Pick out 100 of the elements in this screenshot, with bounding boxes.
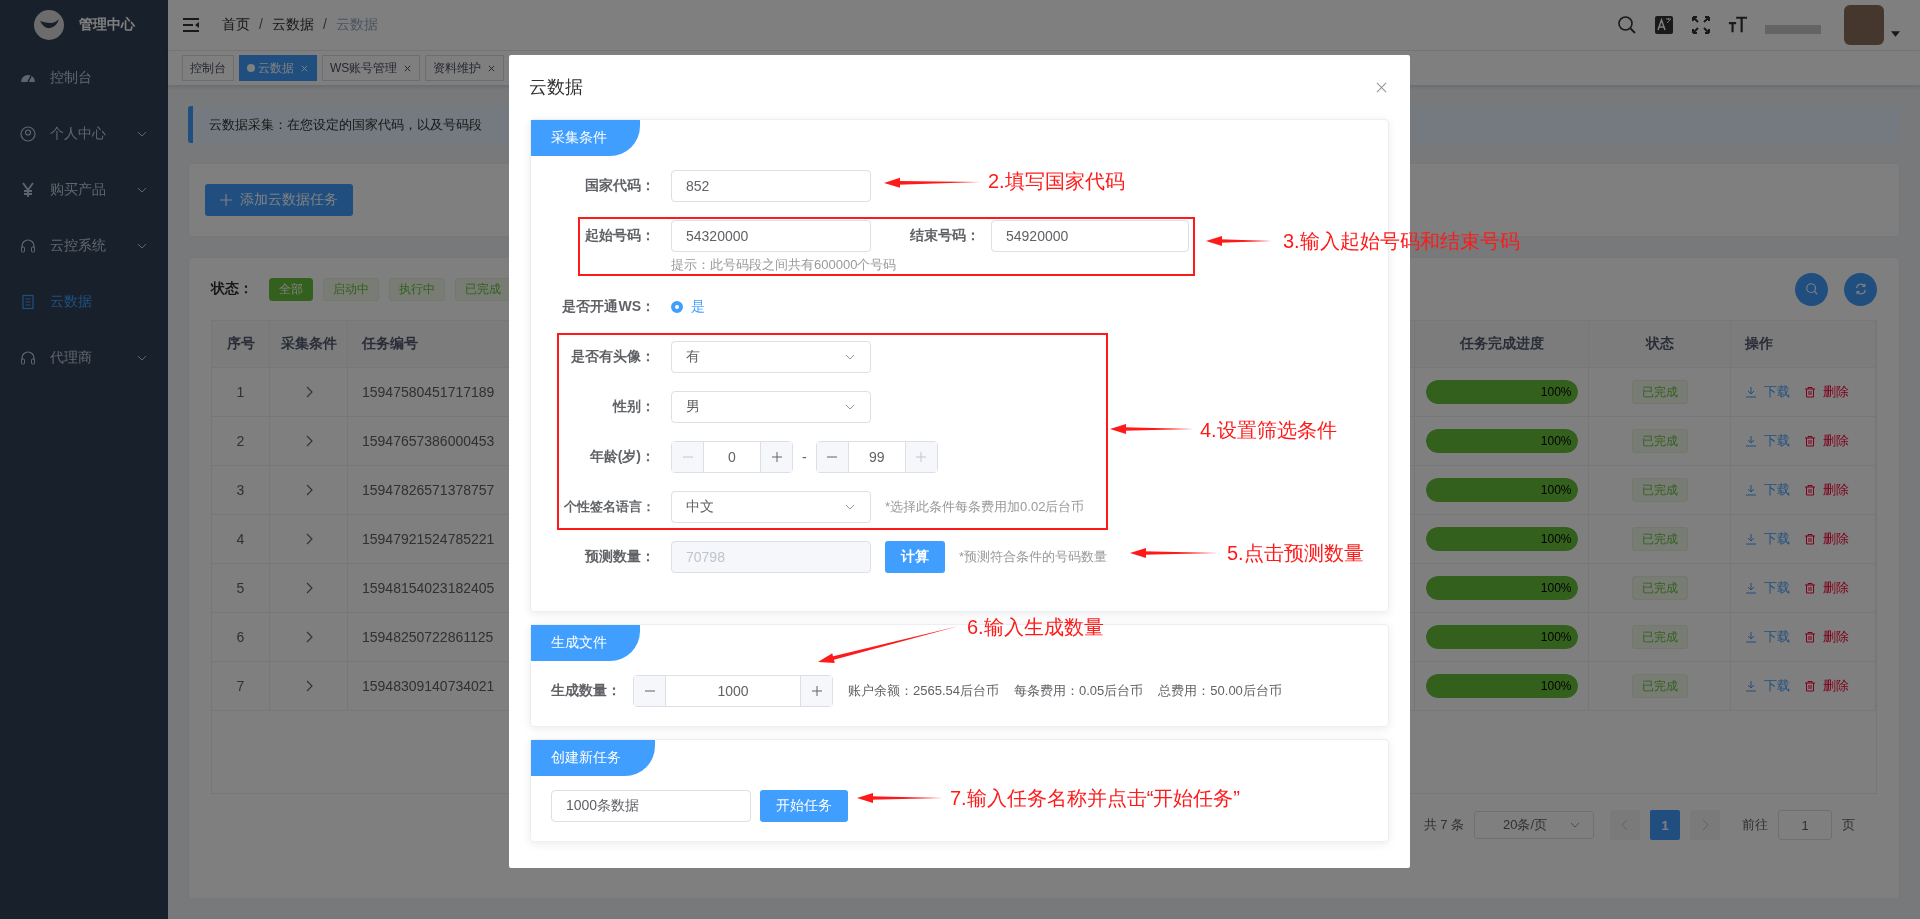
start-task-button[interactable]: 开始任务 (760, 790, 848, 822)
delete-link[interactable]: 删除 (1804, 628, 1849, 646)
delete-link[interactable]: 删除 (1804, 383, 1849, 401)
chevron-right-icon (1701, 819, 1709, 831)
delete-link[interactable]: 删除 (1804, 530, 1849, 548)
close-icon[interactable] (403, 63, 413, 73)
close-icon[interactable] (487, 63, 497, 73)
chevron-left-icon (1621, 819, 1629, 831)
fullscreen-icon[interactable] (1691, 15, 1711, 35)
expand-icon[interactable] (304, 386, 313, 398)
progress-text: 100% (1540, 679, 1572, 693)
breadcrumb-link[interactable]: 云数据 (271, 16, 314, 34)
total-cost-text: 总费用：50.00后台币 (1158, 682, 1282, 700)
document-icon (20, 294, 36, 310)
download-icon (1745, 435, 1757, 447)
download-link[interactable]: 下载 (1745, 628, 1790, 646)
status-tag: 已完成 (1631, 429, 1688, 453)
progress-text: 100% (1540, 385, 1572, 399)
translate-icon[interactable] (1654, 15, 1674, 35)
input-field[interactable]: 852 (671, 170, 871, 202)
refresh-button[interactable] (1844, 272, 1877, 306)
download-link[interactable]: 下载 (1745, 677, 1790, 695)
progress-text: 100% (1540, 483, 1572, 497)
select-field[interactable]: 中文 (671, 491, 871, 523)
close-icon[interactable] (1376, 81, 1387, 93)
plus-icon (220, 194, 232, 206)
download-icon (1745, 680, 1757, 692)
headset-icon (20, 238, 36, 254)
goto-label: 前往 (1742, 816, 1768, 834)
tab[interactable]: 资料维护 (425, 55, 505, 81)
field-label: 性别： (611, 398, 655, 416)
sidebar-item[interactable]: 个人中心 (0, 106, 168, 162)
delete-link[interactable]: 删除 (1804, 481, 1849, 499)
expand-icon[interactable] (304, 484, 313, 496)
menu-icon[interactable] (182, 17, 200, 33)
yen-icon (20, 182, 36, 198)
progress-text: 100% (1540, 434, 1572, 448)
task-name-field[interactable]: 1000条数据 (551, 790, 751, 822)
tab[interactable]: 云数据 (239, 55, 317, 81)
delete-link[interactable]: 删除 (1804, 677, 1849, 695)
active-dot-icon (247, 64, 255, 72)
status-tag: 已完成 (1631, 625, 1688, 649)
radio-option[interactable]: 是 (671, 298, 705, 316)
trash-icon (1804, 680, 1816, 692)
input-field[interactable]: 54920000 (991, 220, 1189, 252)
breadcrumb-link[interactable]: 首页 (222, 16, 250, 34)
status-tag: 已完成 (1631, 576, 1688, 600)
status-tag: 已完成 (1631, 674, 1688, 698)
sidebar-item[interactable]: 控制台 (0, 50, 168, 106)
page-input[interactable]: 1 (1778, 810, 1832, 840)
status-filter-tag[interactable]: 执行中 (389, 277, 445, 301)
select-field[interactable]: 男 (671, 391, 871, 423)
download-link[interactable]: 下载 (1745, 530, 1790, 548)
sidebar-item[interactable]: 代理商 (0, 330, 168, 386)
download-icon (1745, 582, 1757, 594)
table-cell: 4 (212, 515, 270, 563)
page-button[interactable]: 1 (1650, 810, 1680, 840)
input-field[interactable]: 54320000 (671, 220, 871, 252)
expand-icon[interactable] (304, 631, 313, 643)
caret-down-icon[interactable] (1891, 31, 1900, 37)
download-icon (1745, 386, 1757, 398)
expand-icon[interactable] (304, 435, 313, 447)
tab[interactable]: WS账号管理 (322, 55, 421, 81)
table-cell: 3 (212, 466, 270, 514)
expand-icon[interactable] (304, 582, 313, 594)
page-size-select[interactable]: 20条/页 (1474, 811, 1594, 839)
redacted-bar (1765, 24, 1821, 34)
range-separator: - (802, 449, 807, 465)
expand-icon[interactable] (304, 680, 313, 692)
trash-icon (1804, 386, 1816, 398)
expand-icon[interactable] (304, 533, 313, 545)
table-cell: 7 (212, 662, 270, 710)
sidebar-item[interactable]: 云控系统 (0, 218, 168, 274)
status-filter-tag[interactable]: 全部 (269, 277, 313, 301)
annotation-text: 2.填写国家代码 (988, 169, 1125, 194)
section-title: 采集条件 (531, 120, 640, 156)
download-link[interactable]: 下载 (1745, 579, 1790, 597)
tab[interactable]: 控制台 (182, 55, 234, 81)
info-text: 云数据采集：在您设定的国家代码，以及号码段 (209, 115, 482, 134)
breadcrumb-separator: / (259, 16, 263, 34)
balance-text: 账户余额：2565.54后台币 (848, 682, 999, 700)
delete-link[interactable]: 删除 (1804, 579, 1849, 597)
status-filter-tag[interactable]: 已完成 (455, 277, 511, 301)
font-size-icon[interactable] (1728, 15, 1748, 35)
status-filter-tag[interactable]: 启动中 (323, 277, 379, 301)
download-link[interactable]: 下载 (1745, 432, 1790, 450)
trash-icon (1804, 582, 1816, 594)
status-tag: 已完成 (1631, 478, 1688, 502)
search-icon[interactable] (1617, 15, 1637, 35)
download-link[interactable]: 下载 (1745, 383, 1790, 401)
search-button[interactable] (1795, 272, 1828, 306)
add-task-button[interactable]: 添加云数据任务 (205, 184, 353, 216)
page-suffix: 页 (1842, 816, 1855, 834)
delete-link[interactable]: 删除 (1804, 432, 1849, 450)
search-icon (1804, 282, 1819, 296)
hint-text: 提示：此号码段之间共有600000个号码 (671, 256, 898, 274)
download-link[interactable]: 下载 (1745, 481, 1790, 499)
select-field[interactable]: 有 (671, 341, 871, 373)
sidebar-item[interactable]: 云数据 (0, 274, 168, 330)
sidebar-item[interactable]: 购买产品 (0, 162, 168, 218)
